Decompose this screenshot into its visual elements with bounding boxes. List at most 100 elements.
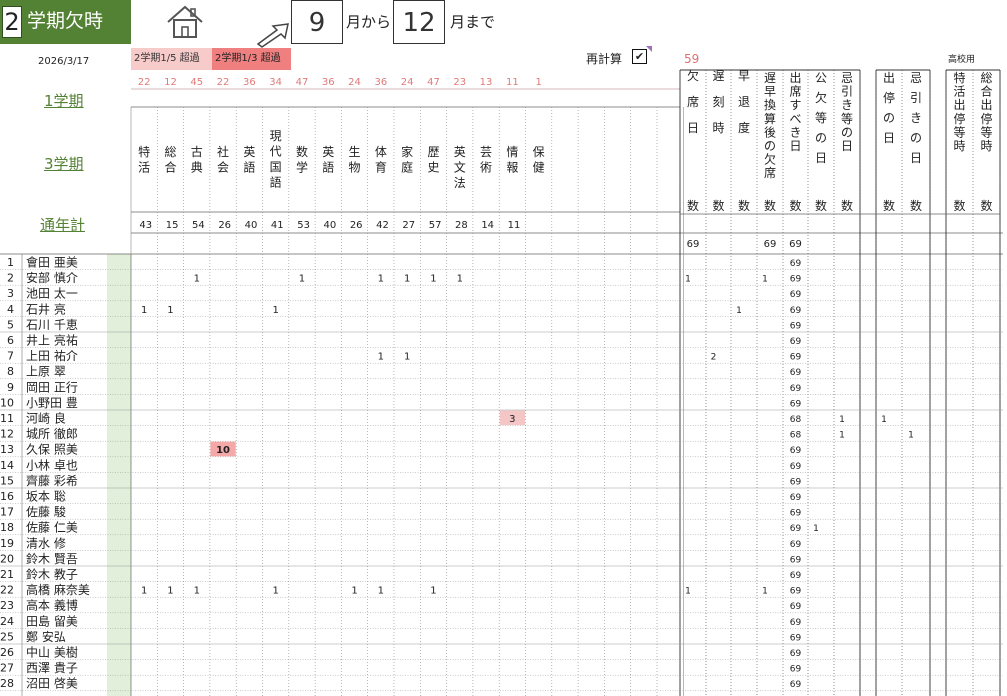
summary-value: 69 [790,384,802,394]
summary-header-char: 日 [841,139,853,153]
summary-header-char: き [910,111,922,125]
summary-value: 69 [790,337,802,347]
subject-total-bottom: 40 [245,220,258,231]
summary-header-char: 数 [815,198,827,213]
summary-header-char: 忌 [841,71,853,85]
subject-total-bottom: 11 [508,220,521,231]
subject-name-char: 文 [454,160,466,175]
summary-header-char: 時 [712,121,724,135]
row-number: 3 [7,287,14,300]
student-name: 佐藤 駿 [26,505,66,519]
row-number: 1 [7,256,14,269]
subject-total-bottom: 26 [218,220,231,231]
summary-header-char: 公 [815,71,827,85]
summary-header-char: の [815,131,827,145]
subject-total-top: 13 [480,77,493,88]
summary-value: 69 [790,259,802,269]
summary-header-char: 日 [883,131,895,145]
summary-header-char: 等 [815,111,827,125]
subject-total-top: 34 [269,77,282,88]
summary-header-char: 出 [980,98,992,112]
subject-name-char: 古 [191,144,203,159]
student-name: 井上 亮祐 [26,333,78,348]
subject-name-char: 物 [349,161,361,175]
summary-header-char: 数 [687,198,699,213]
subject-name-char: 社 [217,144,229,159]
subject-total-top: 1 [535,77,541,88]
summary-value: 1 [881,415,887,425]
summary-header-char: 早 [764,85,776,99]
absence-count: 1 [272,586,278,597]
summary-header-char: 刻 [712,95,724,109]
summary-header-char: 数 [980,198,992,213]
summary-value: 68 [790,415,802,425]
summary-header-char: 日 [910,151,922,165]
subject-total-top: 11 [506,77,519,88]
student-name: 鄭 安弘 [26,629,66,644]
summary-value: 1 [762,587,768,597]
subject-name-char: 語 [243,160,255,175]
subject-total-top: 12 [164,77,177,88]
subject-name-char: 報 [506,161,518,175]
summary-total: 69 [789,239,802,250]
subject-name-char: 英 [243,145,255,159]
subject-name-char: 家 [401,144,413,159]
subject-name-char: 英 [322,145,334,159]
absence-count: 1 [378,586,384,597]
student-name: 城所 徹郎 [26,426,78,441]
student-name: 岡田 正行 [26,380,78,394]
summary-header-char: 後 [764,125,776,139]
summary-header-char: 数 [883,198,895,213]
subject-total-top: 36 [374,77,387,88]
summary-header-char: 欠 [687,68,699,83]
summary-header-char: 時 [980,139,992,153]
row-number: 5 [7,318,14,331]
summary-value: 1 [908,431,914,441]
summary-header-char: 数 [738,198,750,213]
subject-name-char: 歴 [427,145,439,159]
summary-header-char: の [764,139,776,153]
row-number: 16 [0,490,14,503]
student-name: 石川 千恵 [26,318,78,332]
summary-header-char: 出 [789,71,801,85]
summary-value: 69 [790,665,802,675]
summary-value: 69 [790,477,802,487]
summary-header-char: 日 [815,151,827,165]
summary-value: 69 [790,618,802,628]
subject-name-char: 数 [296,144,308,159]
summary-value: 69 [790,353,802,363]
absence-count: 1 [272,305,278,316]
summary-header-char: 度 [738,120,750,135]
summary-header-char: 出 [953,98,965,112]
subject-total-top: 47 [296,77,309,88]
row-number: 12 [0,428,14,441]
subject-total-bottom: 42 [376,220,389,231]
student-name: 久保 照美 [26,443,78,457]
subject-name-char: 史 [427,161,439,175]
subject-total-top: 22 [138,77,151,88]
student-name: 高本 義博 [26,598,78,613]
subject-name-char: 語 [270,175,282,190]
summary-header-char: 数 [764,198,776,213]
subject-name-char: 健 [533,161,545,175]
summary-header-char: 停 [953,111,965,126]
summary-value: 69 [790,509,802,519]
summary-header-char: 早 [738,69,750,83]
summary-header-char: 遅 [712,69,724,83]
summary-value: 69 [790,633,802,643]
subject-name-char: 国 [270,160,282,174]
subject-name-char: 術 [480,161,492,175]
summary-header-char: 総 [980,71,992,85]
row-number: 25 [0,630,14,643]
summary-header-char: 退 [738,95,750,109]
subject-name-char: 法 [454,176,466,190]
summary-header-char: 等 [980,125,992,139]
subject-total-bottom: 54 [192,220,205,231]
absence-count: 1 [194,274,200,285]
summary-header-char: 数 [910,198,922,213]
row-number: 18 [0,521,14,534]
summary-value: 2 [711,353,717,363]
summary-header-char: 欠 [815,90,827,105]
row-number: 8 [7,365,14,378]
absence-count: 1 [378,352,384,363]
